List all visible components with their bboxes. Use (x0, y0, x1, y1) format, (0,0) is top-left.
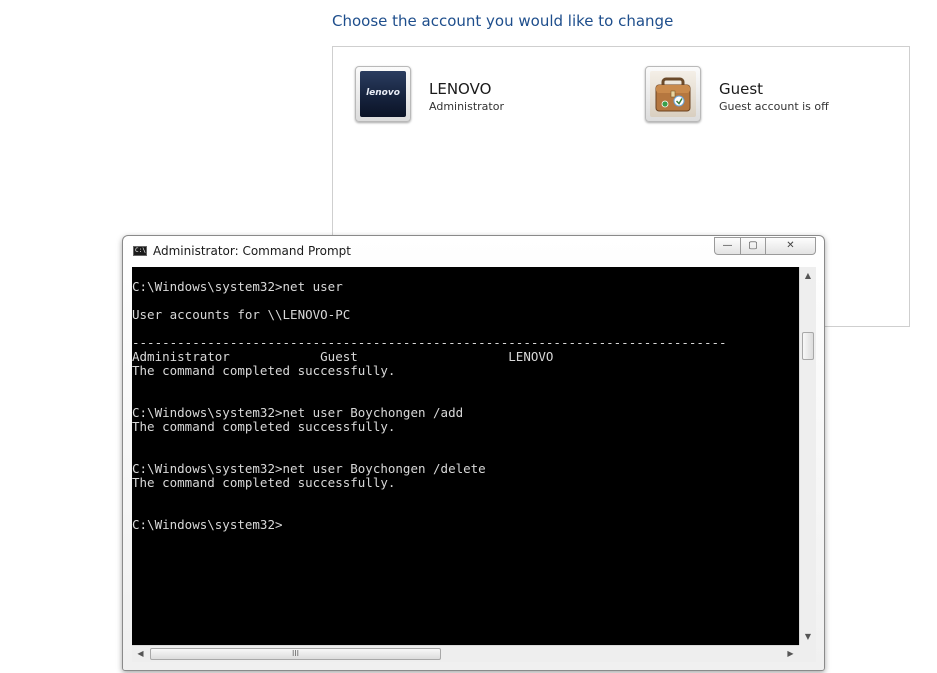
account-status: Guest account is off (719, 100, 829, 113)
guest-account-picture (645, 66, 701, 122)
console-line: User accounts for \\LENOVO-PC (132, 307, 351, 322)
scroll-down-icon[interactable]: ▼ (800, 628, 816, 645)
scroll-left-icon[interactable]: ◀ (132, 646, 149, 662)
console-line: The command completed successfully. (132, 363, 396, 378)
vertical-scrollbar[interactable]: ▲ ▼ (799, 267, 816, 645)
lenovo-logo: lenovo (366, 88, 400, 98)
account-type: Administrator (429, 100, 504, 113)
minimize-button[interactable]: — (714, 237, 741, 255)
command-prompt-icon: C:\ (133, 246, 147, 256)
close-button[interactable]: ✕ (765, 237, 816, 255)
console-separator: ----------------------------------------… (132, 336, 727, 350)
page-heading: Choose the account you would like to cha… (332, 12, 674, 30)
account-name: LENOVO (429, 80, 492, 98)
lenovo-account-picture: lenovo (355, 66, 411, 122)
title-bar[interactable]: C:\ Administrator: Command Prompt — ▢ ✕ (123, 236, 824, 266)
suitcase-icon (655, 77, 691, 112)
scrollbar-corner (799, 645, 816, 662)
window-title: Administrator: Command Prompt (153, 244, 351, 258)
account-name: Guest (719, 80, 764, 98)
horizontal-scroll-thumb[interactable]: III (150, 648, 441, 660)
console-line: C:\Windows\system32>net user Boychongen … (132, 405, 464, 420)
scroll-up-icon[interactable]: ▲ (800, 267, 816, 284)
scroll-right-icon[interactable]: ▶ (782, 646, 799, 662)
account-guest[interactable]: Guest Guest account is off (645, 66, 895, 126)
console-line: C:\Windows\system32>net user Boychongen … (132, 461, 486, 476)
console-line: The command completed successfully. (132, 419, 396, 434)
vertical-scroll-thumb[interactable] (802, 332, 814, 360)
command-prompt-window[interactable]: C:\ Administrator: Command Prompt — ▢ ✕ … (122, 235, 825, 671)
console-line: The command completed successfully. (132, 475, 396, 490)
maximize-button[interactable]: ▢ (740, 237, 766, 255)
console-line: C:\Windows\system32>net user (132, 279, 343, 294)
console-output[interactable]: C:\Windows\system32>net user User accoun… (132, 267, 799, 645)
horizontal-scrollbar[interactable]: ◀ III ▶ (132, 645, 799, 662)
account-lenovo[interactable]: lenovo LENOVO Administrator (355, 66, 605, 126)
console-prompt: C:\Windows\system32> (132, 517, 283, 532)
console-line: Administrator Guest LENOVO (132, 349, 554, 364)
